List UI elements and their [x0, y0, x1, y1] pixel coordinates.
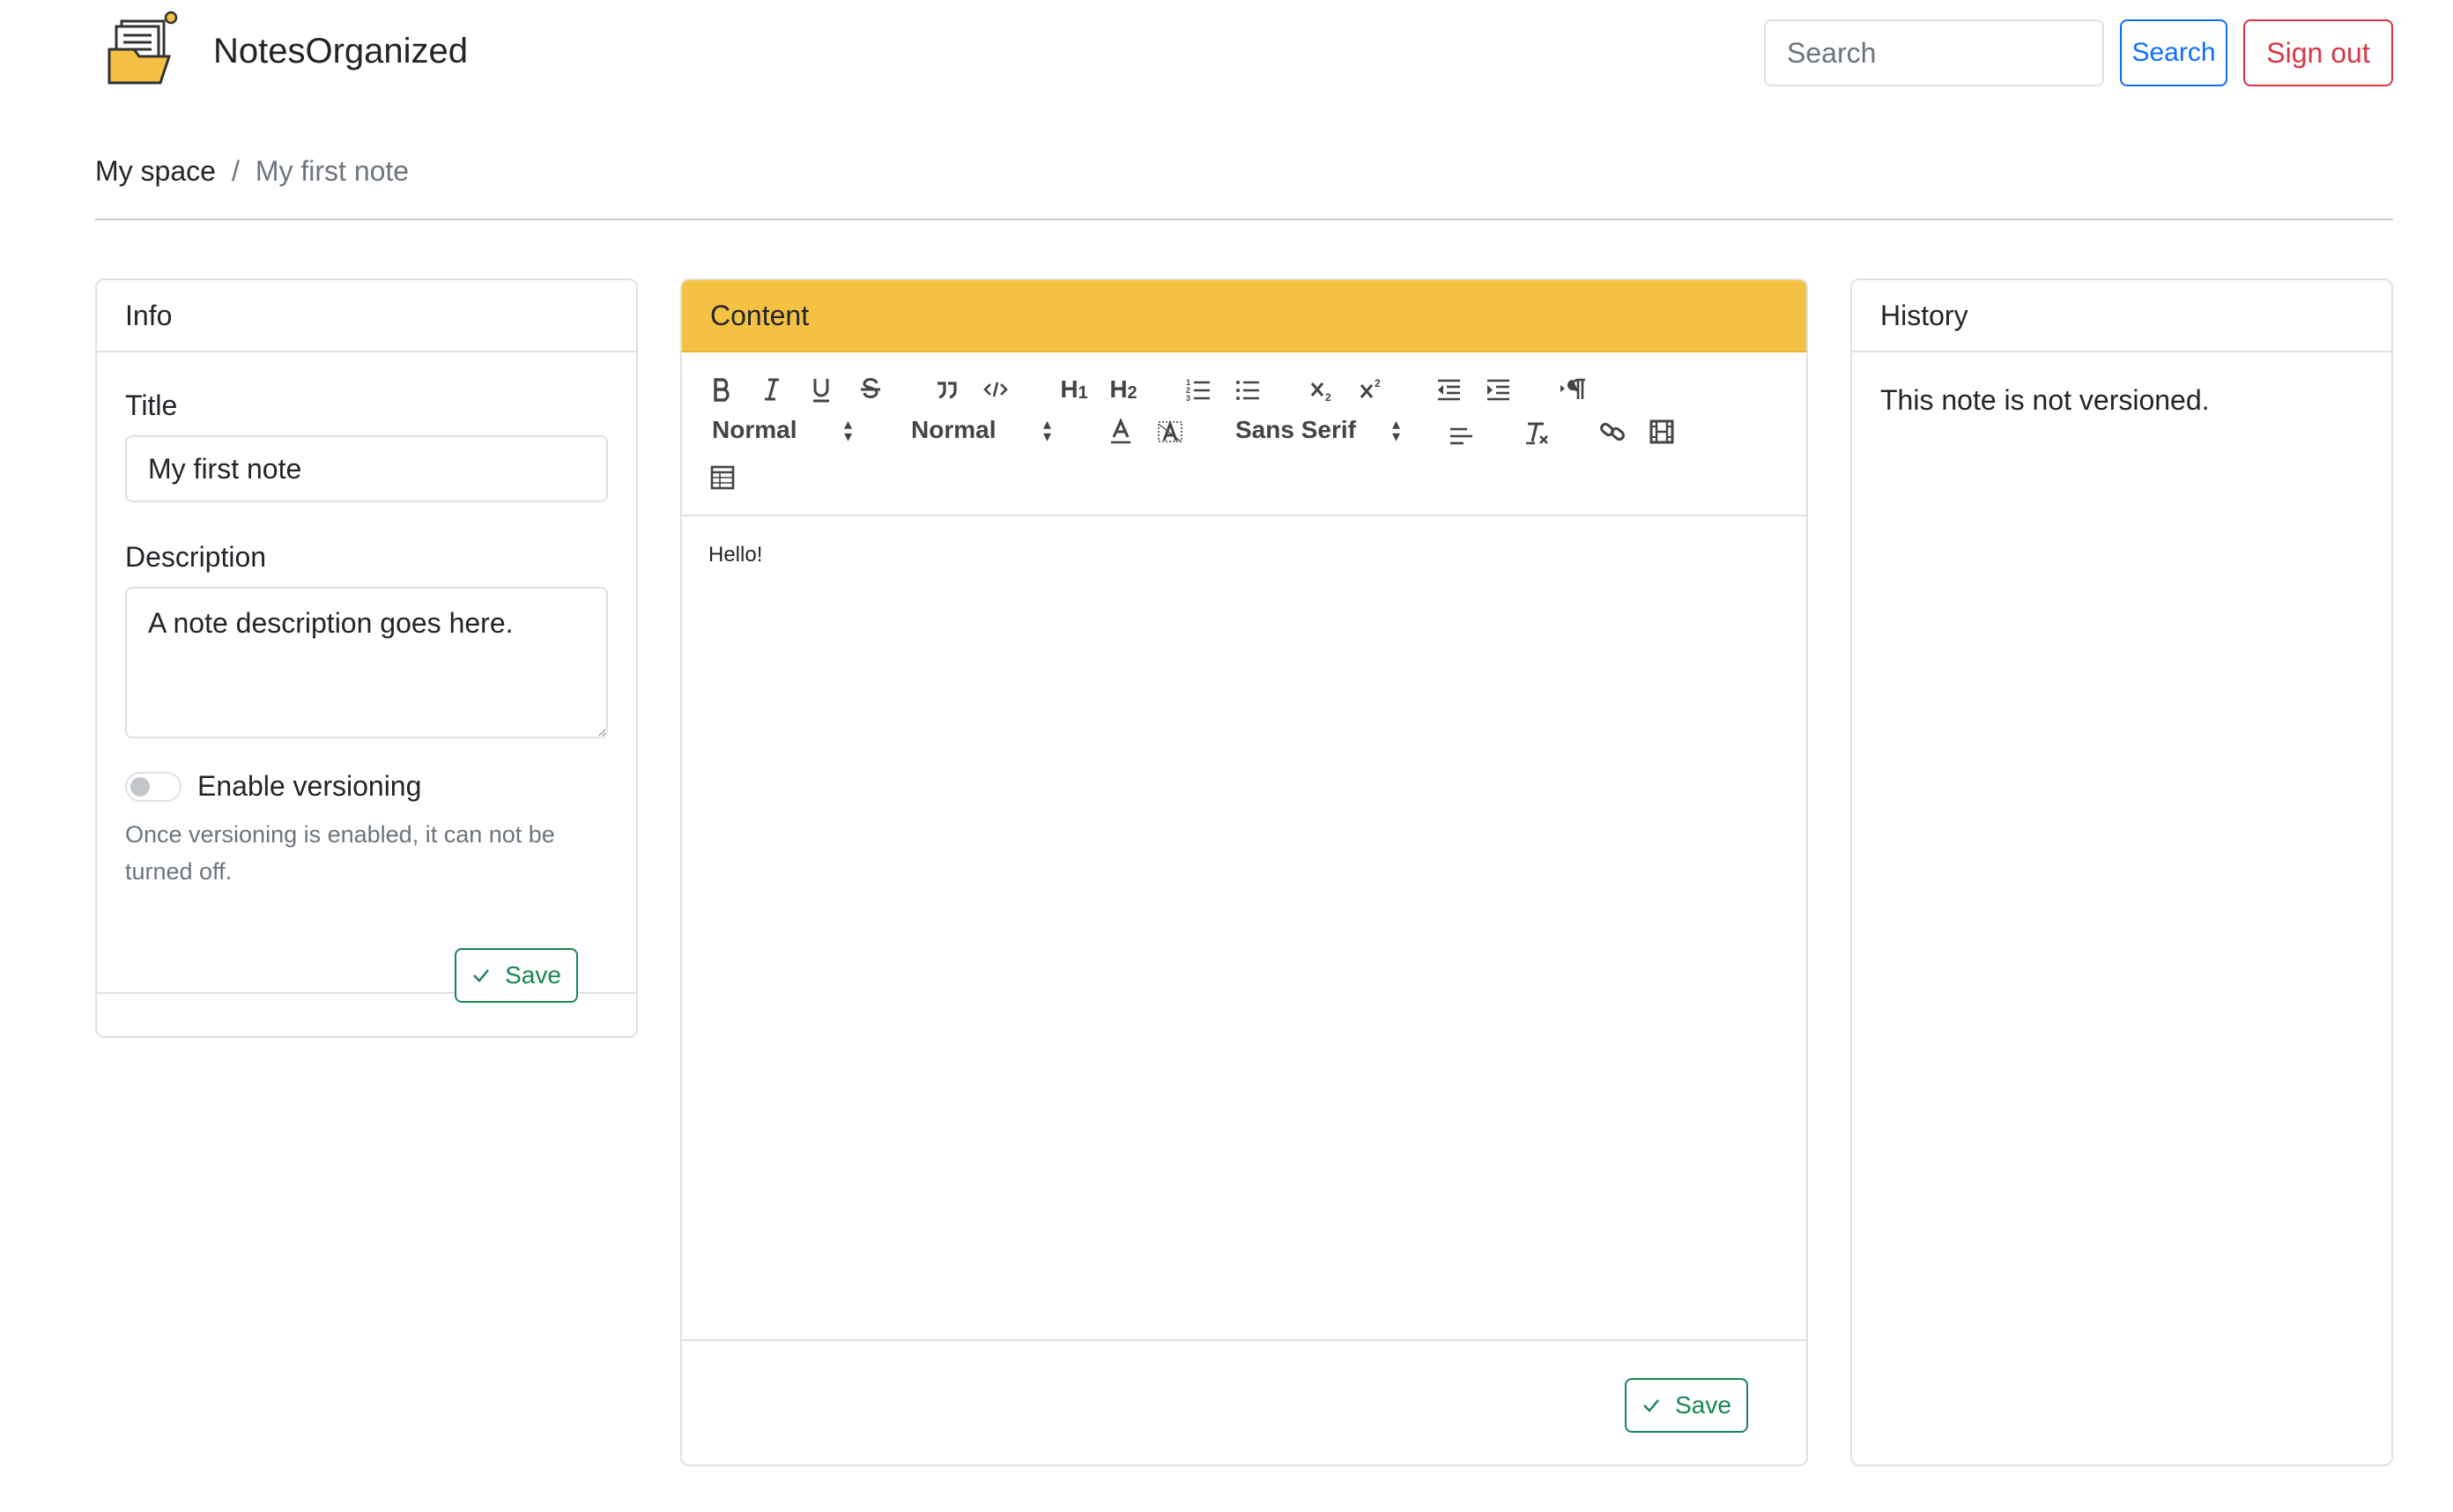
brand-name[interactable]: NotesOrganized [213, 30, 468, 72]
text-direction-icon[interactable] [1554, 370, 1593, 409]
info-save-button[interactable]: Save [455, 948, 578, 1003]
superscript-icon[interactable]: 2 [1353, 370, 1392, 409]
info-card: Info Title Description A note descriptio… [95, 278, 638, 1038]
breadcrumb-current: My first note [255, 155, 410, 187]
notes-folder-logo-icon[interactable] [106, 9, 180, 90]
video-icon[interactable] [1642, 412, 1681, 451]
editor-paragraph: Hello! [708, 543, 763, 567]
outdent-icon[interactable] [1429, 370, 1468, 409]
toggle-knob [130, 777, 150, 797]
svg-text:3: 3 [1186, 394, 1190, 403]
info-card-body: Title Description A note description goe… [97, 352, 636, 994]
breadcrumb: My space / My first note [95, 153, 409, 189]
subscript-icon[interactable]: 2 [1304, 370, 1343, 409]
select-arrows-icon: ▴ ▾ [1392, 415, 1401, 445]
blockquote-icon[interactable] [927, 370, 966, 409]
description-textarea[interactable]: A note description goes here. [125, 587, 608, 738]
header-format-value: Normal [712, 416, 797, 443]
breadcrumb-separator: / [231, 155, 240, 187]
link-icon[interactable] [1593, 412, 1632, 451]
header-format-select[interactable]: Normal ▴ ▾ [712, 411, 871, 449]
history-message: This note is not versioned. [1880, 384, 2210, 416]
background-color-icon[interactable] [1151, 412, 1189, 451]
title-input[interactable] [125, 435, 608, 502]
clear-formatting-icon[interactable] [1517, 414, 1556, 453]
svg-text:2: 2 [1375, 377, 1381, 389]
info-save-label: Save [505, 961, 561, 989]
search-input[interactable] [1764, 19, 2104, 86]
text-color-icon[interactable] [1101, 412, 1140, 451]
content-save-label: Save [1675, 1391, 1731, 1419]
table-icon[interactable] [703, 458, 742, 497]
content-card: Content H1 H2 123 2 2 Normal ▴ ▾ Normal … [680, 278, 1808, 1466]
description-label: Description [125, 541, 267, 573]
align-left-icon[interactable] [1441, 416, 1480, 455]
history-card-header: History [1852, 280, 2391, 352]
svg-text:2: 2 [1325, 391, 1331, 403]
versioning-label[interactable]: Enable versioning [197, 768, 421, 804]
select-arrows-icon: ▴ ▾ [1043, 415, 1052, 445]
info-card-header: Info [97, 280, 636, 352]
editor-toolbar: H1 H2 123 2 2 Normal ▴ ▾ Normal ▴ ▾ Sans… [682, 352, 1806, 516]
ordered-list-icon[interactable]: 123 [1179, 370, 1218, 409]
top-navbar: NotesOrganized Search Sign out [0, 0, 2453, 106]
versioning-help-text: Once versioning is enabled, it can not b… [125, 821, 555, 885]
indent-icon[interactable] [1478, 370, 1517, 409]
breadcrumb-my-space-link[interactable]: My space [95, 153, 216, 189]
italic-icon[interactable] [752, 370, 791, 409]
bullet-list-icon[interactable] [1228, 370, 1267, 409]
rich-text-editor[interactable]: Hello! [682, 518, 1806, 1341]
title-label: Title [125, 389, 178, 421]
versioning-toggle[interactable] [125, 772, 182, 802]
heading-2-icon[interactable]: H2 [1101, 370, 1145, 409]
check-icon [1643, 1399, 1660, 1412]
heading-1-icon[interactable]: H1 [1052, 370, 1096, 409]
bold-icon[interactable] [703, 370, 742, 409]
search-button[interactable]: Search [2120, 19, 2227, 86]
history-card: History This note is not versioned. [1850, 278, 2393, 1466]
font-family-select[interactable]: Sans Serif ▴ ▾ [1235, 411, 1412, 449]
font-size-select[interactable]: Normal ▴ ▾ [911, 411, 1070, 449]
select-arrows-icon: ▴ ▾ [844, 415, 853, 445]
sign-out-button[interactable]: Sign out [2243, 19, 2393, 86]
check-icon [473, 969, 490, 982]
strikethrough-icon[interactable] [851, 370, 890, 409]
header-divider [95, 219, 2393, 220]
font-size-value: Normal [911, 416, 997, 443]
content-card-header: Content [682, 280, 1806, 352]
code-block-icon[interactable] [976, 370, 1015, 409]
font-family-value: Sans Serif [1235, 416, 1356, 443]
underline-icon[interactable] [802, 370, 841, 409]
content-save-button[interactable]: Save [1625, 1378, 1748, 1433]
